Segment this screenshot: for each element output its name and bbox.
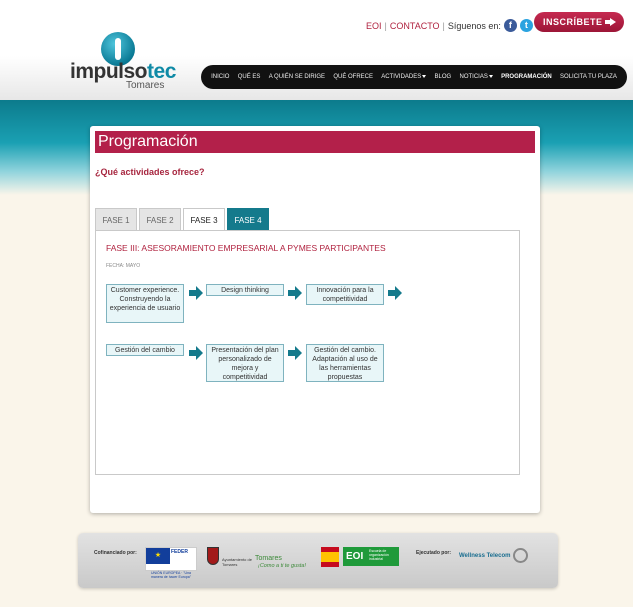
flow-step: Customer experience. Construyendo la exp…: [106, 284, 184, 323]
arrow-right-icon: [605, 18, 616, 26]
flow-step: Gestión del cambio. Adaptación al uso de…: [306, 344, 384, 382]
facebook-icon[interactable]: f: [503, 19, 517, 32]
eoi-link[interactable]: EOI: [366, 21, 382, 31]
tomares-tagline: ¡Como a ti te gusta!: [258, 563, 306, 569]
crest-icon: [207, 547, 219, 565]
nav-noticias[interactable]: NOTICIAS: [459, 74, 493, 80]
nav-que-ofrece[interactable]: QUÉ OFRECE: [333, 74, 373, 80]
site-logo[interactable]: impulsotec Tomares: [70, 32, 176, 92]
phase-date: FECHA: MAYO: [106, 263, 141, 269]
eu-feder-logo: ★ FEDER: [145, 547, 197, 571]
main-nav: INICIO QUÉ ES A QUIÉN SE DIRIGE QUÉ OFRE…: [201, 65, 627, 89]
arrow-right-icon: [288, 346, 302, 360]
nav-inicio[interactable]: INICIO: [211, 74, 229, 80]
contacto-link[interactable]: CONTACTO: [390, 21, 440, 31]
ayuntamiento-label: Ayuntamiento de Tomares: [222, 557, 252, 567]
page-title: Programación: [95, 131, 535, 153]
chevron-down-icon: [422, 74, 427, 78]
phase-title: FASE III: ASESORAMIENTO EMPRESARIAL A PY…: [106, 243, 386, 253]
tab-fase-1[interactable]: FASE 1: [95, 208, 137, 231]
ejecutado-label: Ejecutado por:: [416, 550, 452, 556]
nav-que-es[interactable]: QUÉ ES: [238, 74, 261, 80]
tomares-logo: Tomares: [255, 555, 282, 562]
wellness-telecom-logo: Wellness Telecom: [459, 553, 511, 559]
tab-fase-2[interactable]: FASE 2: [139, 208, 181, 231]
nav-a-quien-se-dirige[interactable]: A QUIÉN SE DIRIGE: [269, 74, 325, 80]
tab-panel: FASE III: ASESORAMIENTO EMPRESARIAL A PY…: [95, 230, 520, 475]
flow-step: Innovación para la competitividad: [306, 284, 384, 305]
section-question: ¿Qué actividades ofrece?: [95, 167, 205, 177]
spain-flag-icon: [321, 547, 339, 567]
nav-actividades[interactable]: ACTIVIDADES: [381, 74, 427, 80]
nav-blog[interactable]: BLOG: [435, 74, 452, 80]
nav-programacion[interactable]: PROGRAMACIÓN: [501, 74, 552, 80]
flow-step: Gestión del cambio: [106, 344, 184, 356]
cofinanciado-label: Cofinanciado por:: [94, 550, 137, 556]
arrow-right-icon: [288, 286, 302, 300]
twitter-icon[interactable]: t: [519, 19, 533, 32]
inscribete-button[interactable]: INSCRÍBETE: [534, 12, 624, 32]
nav-solicita-tu-plaza[interactable]: SOLICITA TU PLAZA: [560, 74, 617, 80]
follow-label: Síguenos en:: [447, 20, 501, 31]
eoi-subtitle: Escuela de organización industrial: [369, 549, 389, 561]
arrow-right-icon: [189, 346, 203, 360]
tab-fase-4[interactable]: FASE 4: [227, 208, 269, 231]
sponsors-footer: Cofinanciado por: ★ FEDER UNIÓN EUROPEA …: [78, 533, 558, 588]
content-card: Programación ¿Qué actividades ofrece? FA…: [90, 126, 540, 513]
wellness-swirl-icon: [513, 548, 528, 563]
tab-fase-3[interactable]: FASE 3: [183, 208, 225, 232]
phase-tabs: FASE 1 FASE 2 FASE 3 FASE 4: [95, 208, 271, 232]
eu-caption: UNIÓN EUROPEA · "Una manera de hacer Eur…: [151, 571, 191, 579]
arrow-right-icon: [388, 286, 402, 300]
chevron-down-icon: [488, 74, 493, 78]
eu-flag-icon: ★: [146, 548, 170, 564]
flow-step: Design thinking: [206, 284, 284, 296]
arrow-right-icon: [189, 286, 203, 300]
flow-step: Presentación del plan personalizado de m…: [206, 344, 284, 382]
logo-subtitle: Tomares: [126, 80, 165, 91]
top-links: EOI | CONTACTO | Síguenos en: f t: [366, 19, 533, 32]
